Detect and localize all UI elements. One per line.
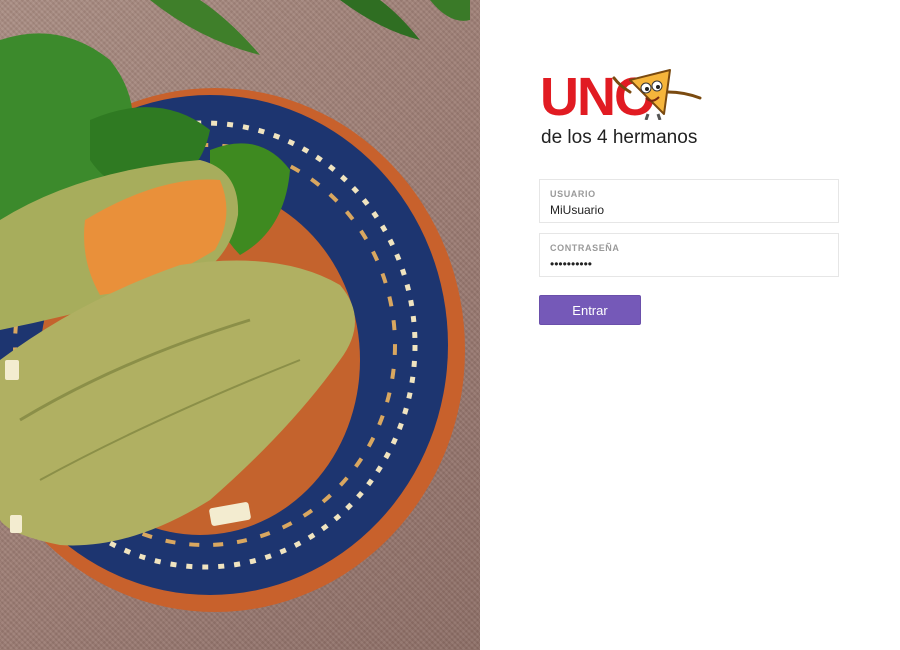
username-input[interactable]: [550, 201, 820, 219]
username-field[interactable]: USUARIO: [539, 179, 839, 223]
tamales-illustration: [0, 0, 470, 612]
brand-logo: UNO de los 4 hermanos: [540, 66, 715, 156]
password-label: CONTRASEÑA: [550, 243, 620, 253]
password-input[interactable]: [550, 255, 820, 273]
pizza-slice-mascot-icon: [612, 69, 702, 120]
login-button[interactable]: Entrar: [539, 295, 641, 325]
password-field[interactable]: CONTRASEÑA: [539, 233, 839, 277]
brand-tagline: de los 4 hermanos: [541, 127, 698, 148]
username-label: USUARIO: [550, 189, 596, 199]
hero-food-photo: [0, 0, 480, 650]
herb-leaves-top: [150, 0, 470, 55]
